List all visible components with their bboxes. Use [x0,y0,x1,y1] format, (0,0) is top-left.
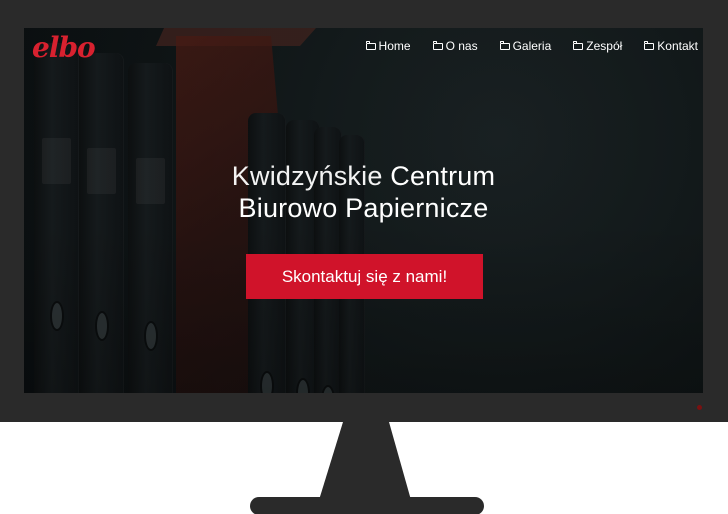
hero-title-strong: Centrum [390,161,496,191]
folder-icon [365,40,376,50]
monitor-stand-neck [319,422,411,500]
nav-item-label: Home [378,39,411,53]
nav-item-label: Kontakt [657,39,698,53]
folder-icon [432,40,443,50]
hero-title-line-two: Biurowo Papiernicze [238,193,489,223]
contact-us-button[interactable]: Skontaktuj się z nami! [246,254,483,299]
hero-title: Kwidzyńskie Centrum Biurowo Papiernicze [24,160,703,224]
folder-icon [573,40,584,50]
folder-icon [499,40,510,50]
nav-item-team[interactable]: Zespół [573,39,622,53]
hero-title-light: Kwidzyńskie [231,161,383,191]
website-screen: elbo Home O nas Galeria Zespół Kontakt K… [24,28,703,393]
folder-icon [644,40,655,50]
monitor-frame: elbo Home O nas Galeria Zespół Kontakt K… [0,0,728,422]
nav-item-label: O nas [445,39,478,53]
nav-item-about[interactable]: O nas [432,39,478,53]
nav-item-gallery[interactable]: Galeria [499,39,552,53]
site-logo[interactable]: elbo [32,34,106,62]
nav-item-label: Zespół [586,39,623,53]
main-navigation: Home O nas Galeria Zespół Kontakt [365,39,698,53]
power-indicator [697,405,702,410]
nav-item-contact[interactable]: Kontakt [644,39,698,53]
nav-item-label: Galeria [512,39,552,53]
monitor-stand-base [250,497,484,514]
nav-item-home[interactable]: Home [365,39,411,53]
desktop-mockup: elbo Home O nas Galeria Zespół Kontakt K… [0,0,728,514]
